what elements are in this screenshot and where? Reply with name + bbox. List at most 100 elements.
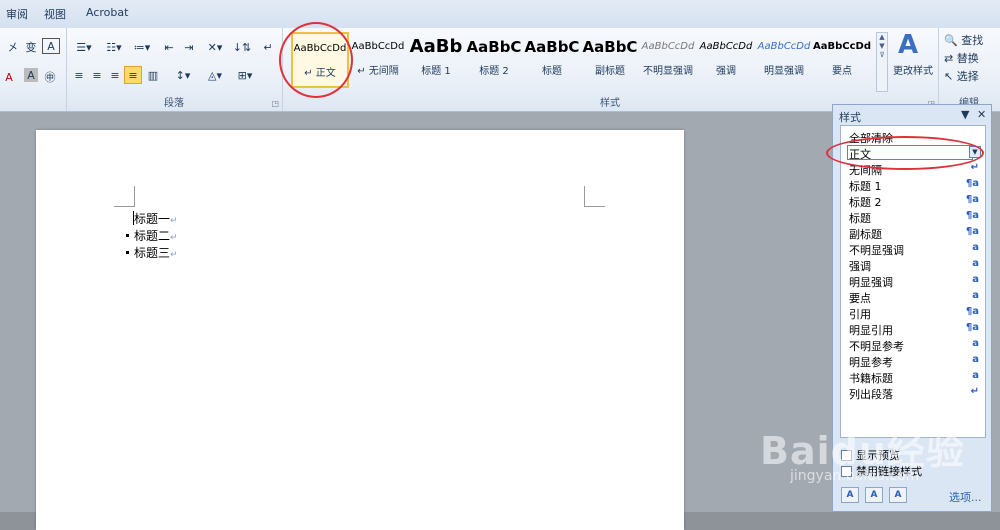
style-intense-emphasis[interactable]: AaBbCcDd 明显强调 [755, 32, 813, 88]
find-button[interactable]: 🔍 查找 [944, 32, 983, 48]
char-shading-icon[interactable]: A [24, 68, 38, 82]
style-name: ↵ 无间隔 [357, 66, 399, 77]
decrease-indent-icon[interactable]: ⇤ [160, 38, 178, 56]
style-heading-1[interactable]: AaBb 标题 1 [407, 32, 465, 88]
style-list-item[interactable]: 明显强调 a [841, 273, 985, 289]
style-list-name: 明显强调 [849, 276, 893, 289]
select-button[interactable]: ↖ 选择 [944, 68, 979, 84]
style-no-spacing[interactable]: AaBbCcDd ↵ 无间隔 [349, 32, 407, 88]
increase-indent-icon[interactable]: ⇥ [180, 38, 198, 56]
distributed-icon[interactable]: ▥ [144, 66, 162, 84]
style-sample: AaBbC [466, 38, 522, 56]
tab-review[interactable]: 审阅 [6, 6, 28, 22]
style-name: 不明显强调 [643, 66, 693, 77]
align-right-icon[interactable]: ≡ [106, 66, 124, 84]
style-subtle-emphasis[interactable]: AaBbCcDd 不明显强调 [639, 32, 697, 88]
style-list-item[interactable]: 不明显参考 a [841, 337, 985, 353]
close-icon[interactable]: ✕ [977, 108, 986, 121]
style-list-item[interactable]: 标题 ¶a [841, 209, 985, 225]
change-styles-button[interactable]: 更改样式 [893, 62, 933, 77]
paragraph-launcher-icon[interactable]: ◳ [271, 99, 279, 108]
annotation-circle-ribbon [279, 22, 353, 98]
styles-pane-title: 样式 [839, 111, 861, 124]
phonetic-guide-icon[interactable]: 㐅 [4, 38, 22, 56]
select-label: 选择 [956, 70, 979, 83]
style-type-icon: a [972, 242, 979, 253]
margin-corner-right [584, 186, 605, 207]
style-type-icon: ¶a [965, 194, 979, 205]
style-sample: AaBbCcDd [813, 41, 871, 52]
tab-view[interactable]: 视图 [44, 6, 66, 22]
style-type-icon: a [972, 290, 979, 301]
chinese-layout-button[interactable]: ✕▾ [202, 38, 228, 56]
font-color-icon[interactable]: A [0, 68, 18, 86]
style-list-item[interactable]: 标题 2 ¶a [841, 193, 985, 209]
pane-menu-icon[interactable]: ▼ [961, 108, 969, 121]
style-list-item[interactable]: 引用 ¶a [841, 305, 985, 321]
replace-button[interactable]: ⇄ 替换 [944, 50, 979, 66]
ribbon-tab-bar: 审阅 视图 Acrobat [0, 0, 1000, 29]
style-name: 要点 [832, 66, 852, 77]
manage-styles-icon[interactable]: A [889, 487, 907, 503]
style-list-item[interactable]: 不明显强调 a [841, 241, 985, 257]
new-style-icon[interactable]: A [841, 487, 859, 503]
justify-icon[interactable]: ≡ [124, 66, 142, 84]
line-spacing-button[interactable]: ↕▾ [170, 66, 196, 84]
shading-button[interactable]: ◬▾ [202, 66, 228, 84]
replace-label: 替换 [956, 52, 979, 65]
style-heading-2[interactable]: AaBbC 标题 2 [465, 32, 523, 88]
style-strong[interactable]: AaBbCcDd 要点 [813, 32, 871, 88]
char-border-icon[interactable]: A [42, 38, 60, 54]
style-list-item[interactable]: 要点 a [841, 289, 985, 305]
gallery-scroll[interactable]: ▲ ▼ ⊽ [876, 32, 888, 92]
doc-line-1[interactable]: 标题一↵ [134, 210, 178, 227]
style-list-item[interactable]: 标题 1 ¶a [841, 177, 985, 193]
style-name-text: 无间隔 [368, 66, 399, 77]
style-list-name: 标题 2 [849, 196, 882, 209]
numbering-button[interactable]: ☷▾ [100, 38, 128, 56]
align-center-icon[interactable]: ≡ [88, 66, 106, 84]
margin-corner-left [114, 186, 135, 207]
style-list-item[interactable]: 强调 a [841, 257, 985, 273]
options-link[interactable]: 选项... [949, 489, 982, 505]
style-list-item[interactable]: 副标题 ¶a [841, 225, 985, 241]
change-styles-icon[interactable]: A [898, 30, 918, 60]
clear-format-icon[interactable]: 变 [22, 38, 40, 56]
document-page[interactable]: 标题一↵ 标题二↵ 标题三↵ [36, 130, 684, 530]
style-type-icon: ¶a [965, 226, 979, 237]
style-type-icon: a [972, 258, 979, 269]
style-type-icon: a [972, 274, 979, 285]
doc-line-3[interactable]: 标题三↵ [134, 244, 178, 261]
styles-list: 全部清除 正文 ▼ 无间隔 ↵ 标题 1 ¶a 标题 2 ¶a 标题 ¶a 副标题 ¶a 不… [840, 125, 986, 438]
doc-line-2[interactable]: 标题二↵ [134, 227, 178, 244]
find-label: 查找 [961, 34, 984, 47]
style-name: 标题 1 [421, 66, 451, 77]
bullets-button[interactable]: ☰▾ [70, 38, 98, 56]
style-type-icon: ¶a [965, 178, 979, 189]
sort-icon[interactable]: ↓⇅ [232, 38, 252, 56]
tab-acrobat[interactable]: Acrobat [86, 6, 128, 19]
style-emphasis[interactable]: AaBbCcDd 强调 [697, 32, 755, 88]
bullet-icon [126, 234, 129, 237]
align-left-icon[interactable]: ≡ [70, 66, 88, 84]
style-inspector-icon[interactable]: A [865, 487, 883, 503]
multilevel-list-button[interactable]: ≔▾ [128, 38, 156, 56]
show-marks-icon[interactable]: ↵ [260, 38, 276, 56]
font-group: 㐅 变 A A A ㊥ [0, 28, 67, 111]
enclosed-char-icon[interactable]: ㊥ [42, 68, 58, 86]
doc-line-text: 标题三 [134, 246, 171, 260]
style-list-item[interactable]: 明显参考 a [841, 353, 985, 369]
style-type-icon: ↵ [970, 162, 979, 173]
style-type-icon: a [972, 338, 979, 349]
style-list-item[interactable]: 列出段落 ↵ [841, 385, 985, 401]
style-list-name: 明显引用 [849, 324, 893, 337]
style-sample: AaBbCcDd [351, 41, 405, 52]
style-list-item[interactable]: 明显引用 ¶a [841, 321, 985, 337]
style-sample: AaBbC [524, 38, 580, 56]
style-list-name: 不明显参考 [849, 340, 904, 353]
paragraph-mark-icon: ↵ [170, 216, 178, 226]
borders-button[interactable]: ⊞▾ [232, 66, 258, 84]
style-list-item[interactable]: 书籍标题 a [841, 369, 985, 385]
style-subtitle[interactable]: AaBbC 副标题 [581, 32, 639, 88]
style-title[interactable]: AaBbC 标题 [523, 32, 581, 88]
